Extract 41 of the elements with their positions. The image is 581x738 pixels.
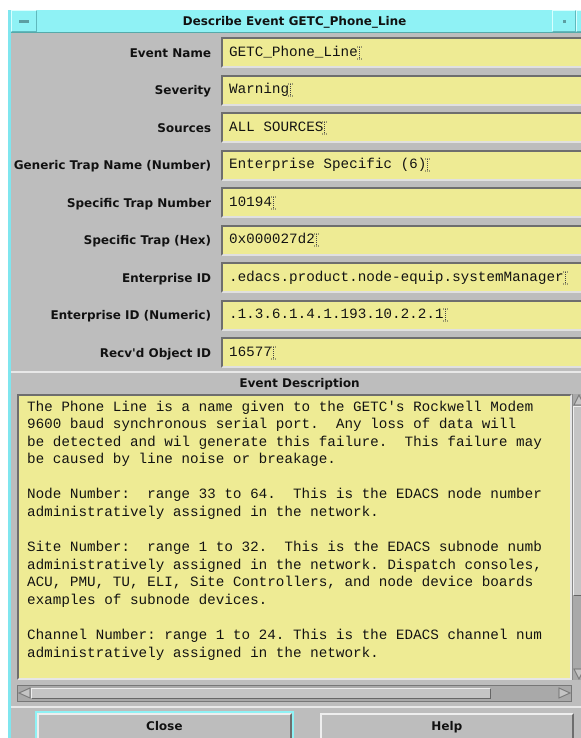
minus-icon: [19, 20, 29, 22]
right-arrow-icon: [558, 687, 571, 699]
close-button[interactable]: Close: [37, 712, 292, 738]
field-label: Recv'd Object ID: [98, 346, 212, 360]
window-menu-button[interactable]: [11, 10, 37, 32]
input-field[interactable]: ALL SOURCES: [221, 112, 581, 144]
input-field[interactable]: 16577: [221, 337, 581, 368]
input-field[interactable]: Enterprise Specific (6): [221, 150, 581, 181]
window-title: Describe Event GETC_Phone_Line: [182, 14, 408, 28]
description-text-area[interactable]: [17, 394, 572, 680]
input-field[interactable]: .edacs.product.node-equip.systemManager: [221, 262, 581, 294]
field-label: Generic Trap Name (Number): [12, 158, 212, 172]
text-cursor-icon: [442, 308, 448, 322]
field-label: Sources: [156, 120, 212, 135]
input-field[interactable]: Warning: [221, 74, 581, 106]
text-cursor-icon: [356, 46, 362, 60]
text-cursor-icon: [322, 120, 328, 135]
field-label: Specific Trap Number: [66, 196, 212, 210]
description-paragraph: Site Number: range 1 to 32. This is the EDACS subnode numb administratively assigned in the network. Dispatch consoles, ACU, PMU, TU, ELI, Site Controllers, and node device boards examples of subnode devices.: [27, 540, 543, 611]
field-label: Enterprise ID: [120, 270, 212, 285]
field-label: Event Name: [128, 46, 212, 60]
input-field[interactable]: .1.3.6.1.4.1.193.10.2.2.1: [221, 300, 581, 331]
input-field[interactable]: GETC_Phone_Line: [221, 37, 581, 68]
help-button[interactable]: Help: [320, 712, 574, 738]
left-arrow-icon: [18, 687, 31, 699]
text-cursor-icon: [288, 83, 294, 98]
text-cursor-icon: [270, 196, 276, 210]
description-paragraph: The Phone Line is a name given to the GETC's Rockwell Modem 9600 baud synchronous serial port. Any loss of data will be detected and wil generate this failure. This failure may be caused by line noise or breakage.: [27, 400, 543, 470]
minimize-button[interactable]: [552, 10, 576, 32]
input-field[interactable]: 10194: [221, 187, 581, 218]
text-cursor-icon: [270, 346, 276, 360]
description-paragraph: Node Number: range 33 to 64. This is the EDACS node number administratively assigned in the network.: [27, 487, 543, 523]
field-label: Severity: [154, 83, 212, 98]
horizontal-scrollbar[interactable]: [17, 684, 572, 702]
text-cursor-icon: [425, 158, 430, 172]
input-field[interactable]: 0x000027d2: [221, 224, 581, 256]
description-paragraph: Channel Number: range 1 to 24. This is the EDACS channel num administratively assigned in the network.: [27, 628, 543, 664]
text-cursor-icon: [562, 270, 568, 285]
field-label: Specific Trap (Hex): [82, 233, 212, 248]
field-label: Enterprise ID (Numeric): [49, 308, 212, 322]
text-cursor-icon: [314, 233, 319, 248]
